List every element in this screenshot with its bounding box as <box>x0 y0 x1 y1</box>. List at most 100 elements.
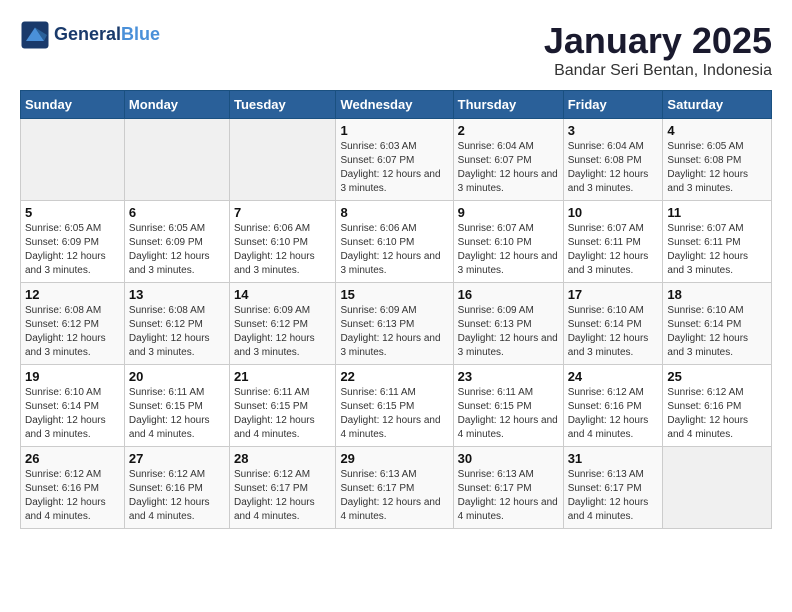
calendar-day-cell <box>229 119 335 201</box>
calendar-day-cell: 22 Sunrise: 6:11 AM Sunset: 6:15 PM Dayl… <box>336 365 453 447</box>
day-number: 23 <box>458 369 559 384</box>
calendar-day-cell: 27 Sunrise: 6:12 AM Sunset: 6:16 PM Dayl… <box>124 447 229 529</box>
day-number: 28 <box>234 451 331 466</box>
weekday-header-cell: Friday <box>563 91 663 119</box>
day-number: 6 <box>129 205 225 220</box>
calendar-week-row: 5 Sunrise: 6:05 AM Sunset: 6:09 PM Dayli… <box>21 201 772 283</box>
calendar-day-cell: 17 Sunrise: 6:10 AM Sunset: 6:14 PM Dayl… <box>563 283 663 365</box>
day-info: Sunrise: 6:12 AM Sunset: 6:16 PM Dayligh… <box>25 468 120 524</box>
day-number: 3 <box>568 123 659 138</box>
calendar-day-cell: 7 Sunrise: 6:06 AM Sunset: 6:10 PM Dayli… <box>229 201 335 283</box>
day-info: Sunrise: 6:06 AM Sunset: 6:10 PM Dayligh… <box>234 222 331 278</box>
calendar-day-cell: 3 Sunrise: 6:04 AM Sunset: 6:08 PM Dayli… <box>563 119 663 201</box>
calendar-day-cell: 1 Sunrise: 6:03 AM Sunset: 6:07 PM Dayli… <box>336 119 453 201</box>
day-number: 29 <box>340 451 448 466</box>
day-info: Sunrise: 6:10 AM Sunset: 6:14 PM Dayligh… <box>568 304 659 360</box>
calendar-week-row: 12 Sunrise: 6:08 AM Sunset: 6:12 PM Dayl… <box>21 283 772 365</box>
calendar-week-row: 19 Sunrise: 6:10 AM Sunset: 6:14 PM Dayl… <box>21 365 772 447</box>
day-number: 1 <box>340 123 448 138</box>
calendar-day-cell: 16 Sunrise: 6:09 AM Sunset: 6:13 PM Dayl… <box>453 283 563 365</box>
calendar-day-cell: 13 Sunrise: 6:08 AM Sunset: 6:12 PM Dayl… <box>124 283 229 365</box>
calendar-day-cell: 14 Sunrise: 6:09 AM Sunset: 6:12 PM Dayl… <box>229 283 335 365</box>
day-number: 14 <box>234 287 331 302</box>
calendar-day-cell: 24 Sunrise: 6:12 AM Sunset: 6:16 PM Dayl… <box>563 365 663 447</box>
day-info: Sunrise: 6:08 AM Sunset: 6:12 PM Dayligh… <box>25 304 120 360</box>
calendar-body: 1 Sunrise: 6:03 AM Sunset: 6:07 PM Dayli… <box>21 119 772 529</box>
day-info: Sunrise: 6:11 AM Sunset: 6:15 PM Dayligh… <box>234 386 331 442</box>
calendar-day-cell: 20 Sunrise: 6:11 AM Sunset: 6:15 PM Dayl… <box>124 365 229 447</box>
day-number: 22 <box>340 369 448 384</box>
weekday-header-cell: Thursday <box>453 91 563 119</box>
day-info: Sunrise: 6:05 AM Sunset: 6:09 PM Dayligh… <box>129 222 225 278</box>
day-info: Sunrise: 6:07 AM Sunset: 6:11 PM Dayligh… <box>667 222 767 278</box>
day-info: Sunrise: 6:11 AM Sunset: 6:15 PM Dayligh… <box>129 386 225 442</box>
day-info: Sunrise: 6:05 AM Sunset: 6:08 PM Dayligh… <box>667 140 767 196</box>
weekday-header-cell: Wednesday <box>336 91 453 119</box>
day-number: 25 <box>667 369 767 384</box>
calendar-day-cell: 12 Sunrise: 6:08 AM Sunset: 6:12 PM Dayl… <box>21 283 125 365</box>
calendar-day-cell: 30 Sunrise: 6:13 AM Sunset: 6:17 PM Dayl… <box>453 447 563 529</box>
day-info: Sunrise: 6:11 AM Sunset: 6:15 PM Dayligh… <box>340 386 448 442</box>
calendar-day-cell: 29 Sunrise: 6:13 AM Sunset: 6:17 PM Dayl… <box>336 447 453 529</box>
calendar-subtitle: Bandar Seri Bentan, Indonesia <box>544 62 772 80</box>
day-number: 12 <box>25 287 120 302</box>
day-number: 24 <box>568 369 659 384</box>
day-number: 15 <box>340 287 448 302</box>
day-number: 4 <box>667 123 767 138</box>
calendar-day-cell <box>124 119 229 201</box>
day-number: 31 <box>568 451 659 466</box>
weekday-header-cell: Tuesday <box>229 91 335 119</box>
day-info: Sunrise: 6:05 AM Sunset: 6:09 PM Dayligh… <box>25 222 120 278</box>
day-info: Sunrise: 6:08 AM Sunset: 6:12 PM Dayligh… <box>129 304 225 360</box>
weekday-header-cell: Saturday <box>663 91 772 119</box>
calendar-day-cell: 26 Sunrise: 6:12 AM Sunset: 6:16 PM Dayl… <box>21 447 125 529</box>
calendar-week-row: 1 Sunrise: 6:03 AM Sunset: 6:07 PM Dayli… <box>21 119 772 201</box>
calendar-day-cell: 11 Sunrise: 6:07 AM Sunset: 6:11 PM Dayl… <box>663 201 772 283</box>
calendar-day-cell: 5 Sunrise: 6:05 AM Sunset: 6:09 PM Dayli… <box>21 201 125 283</box>
day-number: 19 <box>25 369 120 384</box>
calendar-day-cell: 10 Sunrise: 6:07 AM Sunset: 6:11 PM Dayl… <box>563 201 663 283</box>
title-section: January 2025 Bandar Seri Bentan, Indones… <box>544 20 772 80</box>
calendar-day-cell: 25 Sunrise: 6:12 AM Sunset: 6:16 PM Dayl… <box>663 365 772 447</box>
day-info: Sunrise: 6:09 AM Sunset: 6:12 PM Dayligh… <box>234 304 331 360</box>
day-number: 7 <box>234 205 331 220</box>
day-info: Sunrise: 6:03 AM Sunset: 6:07 PM Dayligh… <box>340 140 448 196</box>
calendar-day-cell: 2 Sunrise: 6:04 AM Sunset: 6:07 PM Dayli… <box>453 119 563 201</box>
day-info: Sunrise: 6:13 AM Sunset: 6:17 PM Dayligh… <box>340 468 448 524</box>
day-info: Sunrise: 6:09 AM Sunset: 6:13 PM Dayligh… <box>340 304 448 360</box>
calendar-table: SundayMondayTuesdayWednesdayThursdayFrid… <box>20 90 772 529</box>
day-number: 16 <box>458 287 559 302</box>
logo-text: GeneralBlue <box>54 25 160 45</box>
day-number: 26 <box>25 451 120 466</box>
weekday-header-row: SundayMondayTuesdayWednesdayThursdayFrid… <box>21 91 772 119</box>
calendar-title: January 2025 <box>544 20 772 62</box>
weekday-header-cell: Sunday <box>21 91 125 119</box>
calendar-day-cell: 19 Sunrise: 6:10 AM Sunset: 6:14 PM Dayl… <box>21 365 125 447</box>
header: GeneralBlue January 2025 Bandar Seri Ben… <box>20 20 772 80</box>
day-number: 13 <box>129 287 225 302</box>
day-number: 10 <box>568 205 659 220</box>
day-info: Sunrise: 6:11 AM Sunset: 6:15 PM Dayligh… <box>458 386 559 442</box>
calendar-day-cell: 6 Sunrise: 6:05 AM Sunset: 6:09 PM Dayli… <box>124 201 229 283</box>
calendar-day-cell: 9 Sunrise: 6:07 AM Sunset: 6:10 PM Dayli… <box>453 201 563 283</box>
day-info: Sunrise: 6:12 AM Sunset: 6:16 PM Dayligh… <box>129 468 225 524</box>
day-number: 5 <box>25 205 120 220</box>
day-info: Sunrise: 6:12 AM Sunset: 6:16 PM Dayligh… <box>667 386 767 442</box>
calendar-day-cell: 28 Sunrise: 6:12 AM Sunset: 6:17 PM Dayl… <box>229 447 335 529</box>
day-info: Sunrise: 6:10 AM Sunset: 6:14 PM Dayligh… <box>667 304 767 360</box>
day-number: 18 <box>667 287 767 302</box>
day-number: 11 <box>667 205 767 220</box>
logo: GeneralBlue <box>20 20 160 50</box>
calendar-day-cell: 31 Sunrise: 6:13 AM Sunset: 6:17 PM Dayl… <box>563 447 663 529</box>
calendar-day-cell: 4 Sunrise: 6:05 AM Sunset: 6:08 PM Dayli… <box>663 119 772 201</box>
day-number: 30 <box>458 451 559 466</box>
calendar-day-cell: 8 Sunrise: 6:06 AM Sunset: 6:10 PM Dayli… <box>336 201 453 283</box>
calendar-day-cell: 18 Sunrise: 6:10 AM Sunset: 6:14 PM Dayl… <box>663 283 772 365</box>
day-info: Sunrise: 6:12 AM Sunset: 6:16 PM Dayligh… <box>568 386 659 442</box>
day-number: 9 <box>458 205 559 220</box>
day-number: 21 <box>234 369 331 384</box>
day-info: Sunrise: 6:09 AM Sunset: 6:13 PM Dayligh… <box>458 304 559 360</box>
calendar-day-cell: 15 Sunrise: 6:09 AM Sunset: 6:13 PM Dayl… <box>336 283 453 365</box>
day-number: 2 <box>458 123 559 138</box>
day-info: Sunrise: 6:13 AM Sunset: 6:17 PM Dayligh… <box>568 468 659 524</box>
